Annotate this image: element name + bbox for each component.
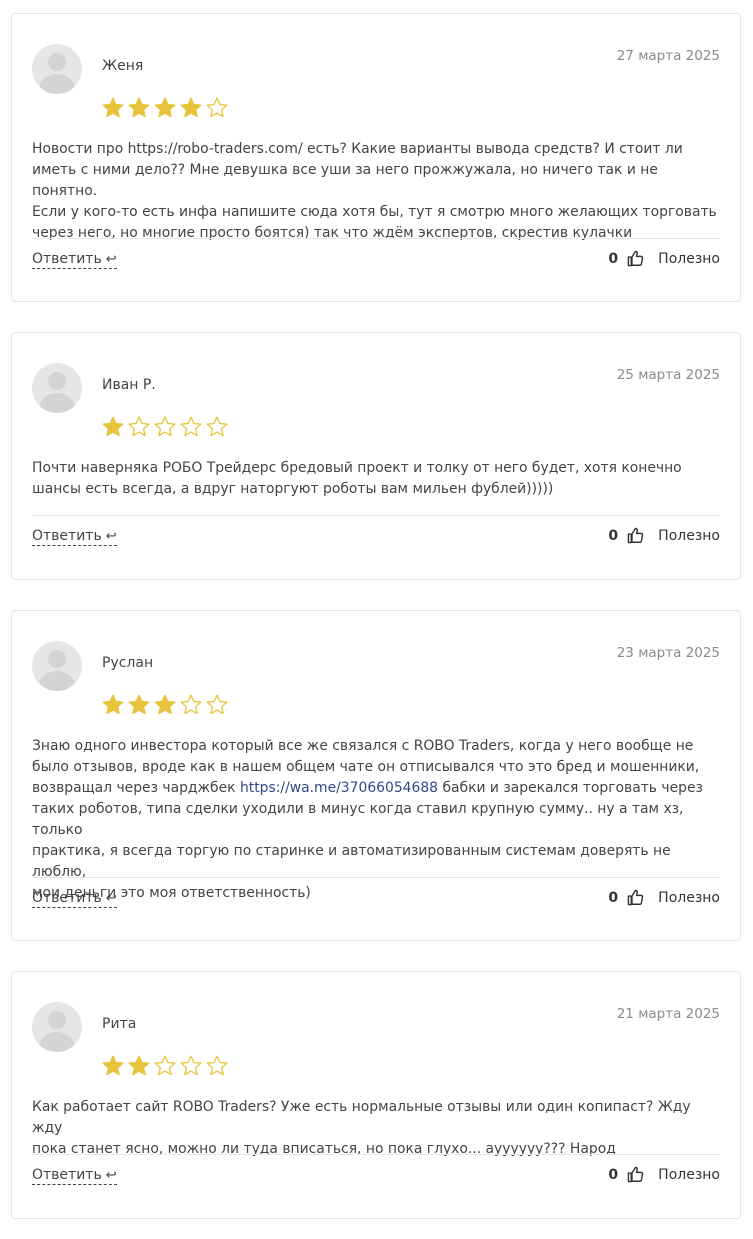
divider [32,877,720,878]
review-card: Женя 27 марта 2025 Новости про https://r… [11,13,741,302]
star-filled-icon [102,416,124,437]
star-filled-icon [180,97,202,118]
thumbs-up-icon[interactable] [627,250,644,267]
thumbs-up-icon[interactable] [627,889,644,906]
rating-stars [101,96,229,124]
star-empty-icon [206,416,228,437]
review-author: Иван Р. [102,377,156,393]
likes-count: 0 [608,250,619,267]
reply-button[interactable]: Ответить ↩ [32,251,117,269]
review-text: Знаю одного инвестора который все же свя… [32,738,703,901]
star-filled-icon [102,97,124,118]
avatar [32,1002,82,1052]
avatar [32,641,82,691]
review-date: 27 марта 2025 [616,48,720,64]
star-empty-icon [206,97,228,118]
review-card: Иван Р. 25 марта 2025 Почти наверняка РО… [11,332,741,580]
review-link[interactable]: https://wa.me/37066054688 [240,780,438,796]
rating-stars [101,415,229,443]
star-filled-icon [102,1055,124,1076]
likes-count: 0 [608,1166,619,1183]
star-empty-icon [154,416,176,437]
useful-control: 0 Полезно [608,527,720,544]
star-filled-icon [154,97,176,118]
reply-arrow-icon: ↩ [105,1167,117,1183]
useful-button[interactable]: Полезно [658,528,720,544]
useful-button[interactable]: Полезно [658,1167,720,1183]
star-empty-icon [154,1055,176,1076]
review-date: 23 марта 2025 [616,645,720,661]
review-card: Руслан 23 марта 2025 Знаю одного инвесто… [11,610,741,941]
star-filled-icon [102,694,124,715]
reply-arrow-icon: ↩ [105,890,117,906]
divider [32,1154,720,1155]
review-text: Почти наверняка РОБО Трейдерс бредовый п… [32,460,682,497]
useful-button[interactable]: Полезно [658,251,720,267]
star-filled-icon [128,1055,150,1076]
useful-button[interactable]: Полезно [658,890,720,906]
rating-stars [101,1054,229,1082]
star-empty-icon [180,1055,202,1076]
likes-count: 0 [608,527,619,544]
star-filled-icon [128,694,150,715]
reply-button[interactable]: Ответить ↩ [32,890,117,908]
star-empty-icon [128,416,150,437]
star-empty-icon [206,1055,228,1076]
reply-arrow-icon: ↩ [105,251,117,267]
avatar [32,363,82,413]
rating-stars [101,693,229,721]
reply-button[interactable]: Ответить ↩ [32,528,117,546]
star-filled-icon [128,97,150,118]
review-author: Рита [102,1016,137,1032]
avatar [32,44,82,94]
likes-count: 0 [608,889,619,906]
reply-arrow-icon: ↩ [105,528,117,544]
reply-button[interactable]: Ответить ↩ [32,1167,117,1185]
review-author: Руслан [102,655,154,671]
review-text: Новости про https://robo-traders.com/ ес… [32,141,717,241]
star-filled-icon [154,694,176,715]
useful-control: 0 Полезно [608,889,720,906]
thumbs-up-icon[interactable] [627,527,644,544]
review-date: 21 марта 2025 [616,1006,720,1022]
star-empty-icon [180,416,202,437]
review-text: Как работает сайт ROBO Traders? Уже есть… [32,1099,691,1157]
review-date: 25 марта 2025 [616,367,720,383]
star-empty-icon [206,694,228,715]
divider [32,238,720,239]
useful-control: 0 Полезно [608,1166,720,1183]
review-card: Рита 21 марта 2025 Как работает сайт ROB… [11,971,741,1219]
star-empty-icon [180,694,202,715]
divider [32,515,720,516]
useful-control: 0 Полезно [608,250,720,267]
review-author: Женя [102,58,144,74]
thumbs-up-icon[interactable] [627,1166,644,1183]
